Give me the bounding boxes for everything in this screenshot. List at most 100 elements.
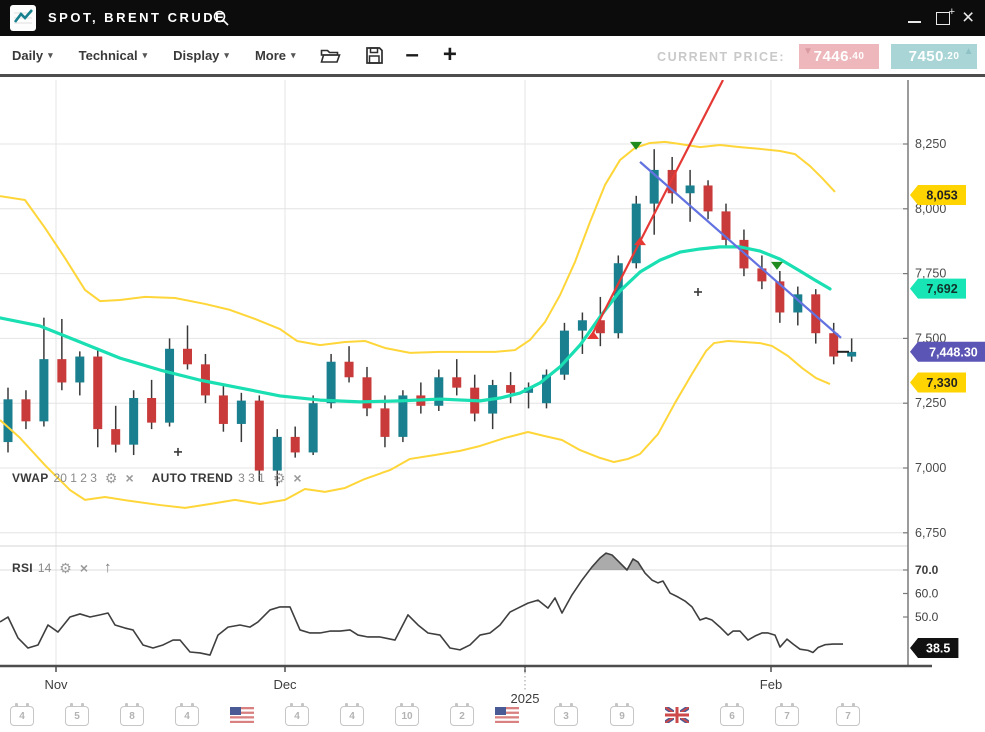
indicator-labels-row: VWAP 20 1 2 3 ⚙ × AUTO TREND 3 3 1 ⚙ × <box>12 471 302 485</box>
event-calendar-icon[interactable]: 7 <box>836 706 860 726</box>
candle-bull <box>39 359 48 421</box>
app-logo-icon <box>10 5 36 31</box>
rsi-move-up-icon[interactable]: ↑ <box>104 559 112 576</box>
rsi-params: 14 <box>38 561 51 575</box>
close-button[interactable]: × <box>962 0 974 36</box>
candle-bear <box>147 398 156 423</box>
auto-trend-remove-icon[interactable]: × <box>293 472 301 484</box>
event-calendar-icon[interactable]: 6 <box>720 706 744 726</box>
price-badge-7692-label: 7,692 <box>926 282 957 296</box>
menu-technical-label: Technical <box>79 48 138 63</box>
candle-bear <box>219 395 228 424</box>
time-axis-label: Feb <box>760 677 782 692</box>
candle-bull <box>4 399 13 442</box>
event-calendar-icon[interactable]: 3 <box>554 706 578 726</box>
popout-button[interactable]: + <box>936 0 950 36</box>
auto-trend-settings-gear-icon[interactable]: ⚙ <box>273 472 286 484</box>
zoom-in-button[interactable]: + <box>443 45 457 65</box>
zoom-out-button[interactable]: – <box>406 45 419 65</box>
rsi-tick-label: 50.0 <box>915 610 939 624</box>
minimize-icon <box>908 21 921 23</box>
title-bar: SPOT, BRENT CRUDE + × <box>0 0 985 36</box>
auto-trend-params: 3 3 1 <box>238 471 265 485</box>
vwap-params: 20 1 2 3 <box>54 471 97 485</box>
candle-bull <box>309 403 318 452</box>
rsi-label-row: RSI 14 ⚙ × ↑ <box>12 559 112 576</box>
price-tick-label: 6,750 <box>915 526 946 540</box>
price-chart[interactable]: 8,2508,0007,7507,5007,2507,0006,75070.06… <box>0 0 985 732</box>
save-icon[interactable] <box>365 46 384 65</box>
candle-bear <box>380 408 389 437</box>
candle-bull <box>165 349 174 423</box>
event-calendar-row: 4 5 8 4 4 4 10 2 3 9 6 7 7 <box>0 704 985 732</box>
open-folder-icon[interactable] <box>320 46 341 64</box>
rsi-tick-label: 60.0 <box>915 587 939 601</box>
menu-technical[interactable]: Technical ▾ <box>79 48 148 63</box>
menu-display[interactable]: Display▾ <box>173 48 229 63</box>
rsi-label: RSI <box>12 561 33 575</box>
rsi-remove-icon[interactable]: × <box>80 562 88 574</box>
price-badge-7330-label: 7,330 <box>926 376 957 390</box>
candle-bear <box>704 185 713 211</box>
candle-bear <box>93 357 102 430</box>
event-calendar-icon[interactable]: 10 <box>395 706 419 726</box>
candle-bull <box>560 331 569 375</box>
rsi-settings-gear-icon[interactable]: ⚙ <box>59 562 72 574</box>
price-tick-label: 7,750 <box>915 267 946 281</box>
candle-bull <box>327 362 336 403</box>
minimize-button[interactable] <box>908 0 921 36</box>
event-calendar-icon[interactable]: 4 <box>285 706 309 726</box>
candle-bear <box>829 333 838 356</box>
candle-bull <box>434 377 443 406</box>
candle-bear <box>291 437 300 453</box>
time-axis-label: Nov <box>44 677 68 692</box>
vwap-line <box>0 247 830 402</box>
candle-bull <box>129 398 138 445</box>
event-calendar-icon[interactable]: 8 <box>120 706 144 726</box>
bid-price-main: 7446 <box>814 48 849 65</box>
event-calendar-icon[interactable]: 9 <box>610 706 634 726</box>
candle-bull <box>75 357 84 383</box>
event-calendar-icon[interactable]: 7 <box>775 706 799 726</box>
candle-bull <box>686 185 695 193</box>
candle-bear <box>57 359 66 382</box>
vwap-remove-icon[interactable]: × <box>125 472 133 484</box>
vwap-label: VWAP <box>12 471 49 485</box>
event-calendar-icon[interactable]: 5 <box>65 706 89 726</box>
rsi-panel <box>0 553 843 655</box>
us-flag-icon[interactable] <box>495 707 519 723</box>
us-flag-icon[interactable] <box>230 707 254 723</box>
chevron-down-icon: ▾ <box>48 50 53 61</box>
auto-trend-down-line[interactable] <box>640 162 841 338</box>
close-icon: × <box>962 8 974 28</box>
arrow-up-icon: ▲ <box>964 46 974 57</box>
vwap-settings-gear-icon[interactable]: ⚙ <box>105 472 118 484</box>
event-calendar-icon[interactable]: 4 <box>340 706 364 726</box>
window-title: SPOT, BRENT CRUDE <box>48 10 226 25</box>
menu-more[interactable]: More▾ <box>255 48 296 63</box>
event-calendar-icon[interactable]: 4 <box>175 706 199 726</box>
toolbar: Daily ▾ Technical ▾ Display▾ More▾ – + CUR… <box>0 36 985 77</box>
search-icon[interactable] <box>212 9 230 32</box>
rsi-line <box>0 553 843 655</box>
price-tick-label: 8,250 <box>915 137 946 151</box>
menu-daily[interactable]: Daily ▾ <box>12 48 53 63</box>
chevron-down-icon: ▾ <box>143 50 148 61</box>
ask-price-badge: 7450.20 ▲ <box>891 44 977 69</box>
rsi-overbought-fill <box>0 553 843 655</box>
menu-daily-label: Daily <box>12 48 43 63</box>
price-badge-744830-label: 7,448.30 <box>929 345 978 359</box>
event-calendar-icon[interactable]: 2 <box>450 706 474 726</box>
chevron-down-icon: ▾ <box>224 50 229 61</box>
candle-bear <box>183 349 192 365</box>
candle-bull <box>578 320 587 330</box>
candle-bull <box>273 437 282 471</box>
sell-signal-marker <box>771 262 783 270</box>
current-price-label: CURRENT PRICE: <box>657 50 785 64</box>
auto-trend-up-line[interactable] <box>593 80 723 333</box>
uk-flag-icon[interactable] <box>665 707 689 723</box>
candle-bear <box>452 377 461 387</box>
event-calendar-icon[interactable]: 4 <box>10 706 34 726</box>
ask-price-main: 7450 <box>909 48 944 65</box>
candle-bear <box>21 399 30 421</box>
